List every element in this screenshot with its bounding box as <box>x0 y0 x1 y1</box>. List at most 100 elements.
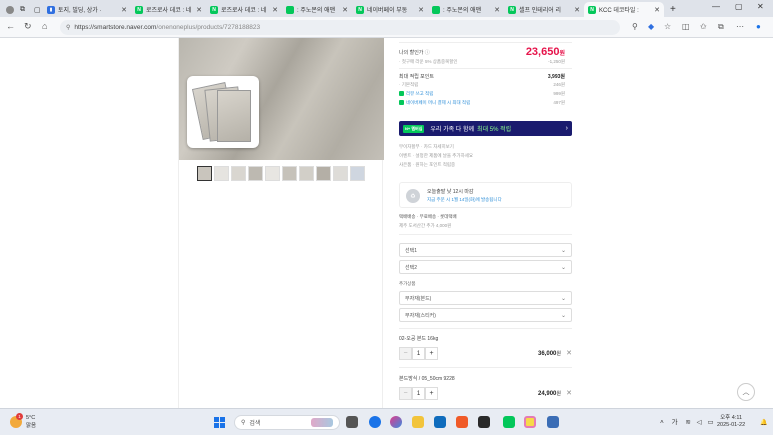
thumbnail[interactable] <box>333 166 348 181</box>
tab-close-icon[interactable]: ✕ <box>494 6 500 14</box>
product-tile-illustration <box>187 76 259 148</box>
wifi-icon[interactable]: ≋ <box>685 419 690 426</box>
naverpay-points-link[interactable]: 네이버페이 머니 결제 시 최대 적립 <box>406 100 470 105</box>
battery-icon[interactable]: ▭ <box>707 419 713 426</box>
tab-actions-icon[interactable]: ⧉ <box>16 2 30 17</box>
profile-avatar[interactable] <box>2 2 14 17</box>
home-icon[interactable]: ⌂ <box>42 21 47 31</box>
qty-value[interactable]: 1 <box>412 387 425 400</box>
remove-item-icon[interactable]: ✕ <box>566 349 572 357</box>
outlook-icon[interactable] <box>434 416 446 428</box>
tab-7-active[interactable]: N KCC 데코타일 : ✕ <box>584 2 664 17</box>
thumbnail[interactable] <box>248 166 263 181</box>
max-points-value: 3,993원 <box>547 74 565 80</box>
max-points-row: 최대 적립 포인트 3,993원 <box>399 73 573 80</box>
tab-close-icon[interactable]: ✕ <box>654 6 660 14</box>
collections-icon[interactable]: ⧉ <box>718 22 724 32</box>
addon-select-1[interactable]: 부자재(본드) ⌄ <box>399 291 572 305</box>
thumbnail[interactable] <box>316 166 331 181</box>
decrease-qty-button[interactable]: − <box>399 387 412 400</box>
chevron-up-icon[interactable]: ˄ <box>660 419 664 426</box>
copilot-taskbar-icon[interactable] <box>390 416 402 428</box>
refresh-icon[interactable]: ↻ <box>24 21 32 32</box>
thumbnail[interactable] <box>231 166 246 181</box>
tab-4[interactable]: N 네이버페이 부동 ✕ <box>352 2 428 17</box>
thumbnail[interactable] <box>350 166 365 181</box>
option-select-1[interactable]: 선택1 ⌄ <box>399 243 572 257</box>
clock[interactable]: 오후 4:11 2025-01-22 <box>717 415 745 429</box>
back-icon[interactable]: ← <box>6 21 15 31</box>
notification-icon[interactable]: 🔔 <box>760 419 767 426</box>
thumbnail[interactable] <box>197 166 212 181</box>
minimize-icon[interactable]: — <box>712 2 720 11</box>
my-price-value: 23,650원 <box>525 46 565 58</box>
divider <box>399 367 572 368</box>
basic-points-value: 246원 <box>553 82 565 87</box>
speaker-icon[interactable]: ◁ <box>697 419 702 426</box>
info-icon[interactable]: ⓘ <box>425 50 430 56</box>
tab-actions-icon-2[interactable]: ▢ <box>30 2 43 17</box>
ime-indicator[interactable]: 가 <box>672 419 678 426</box>
my-price-label: 나의 할인가 <box>399 50 424 56</box>
tab-close-icon[interactable]: ✕ <box>342 6 348 14</box>
chevron-down-icon: ⌄ <box>560 247 566 254</box>
tab-close-icon[interactable]: ✕ <box>272 6 278 14</box>
menu-more-icon[interactable]: ⋯ <box>736 22 744 31</box>
today-ship-title: 오늘출발 낮 12시 마감 <box>427 189 474 195</box>
tab-close-icon[interactable]: ✕ <box>574 6 580 14</box>
tab-0[interactable]: ▮ 토지, 빌딩, 상가 · ✕ <box>43 2 131 17</box>
tab-close-icon[interactable]: ✕ <box>121 6 127 14</box>
zoom-icon[interactable]: ⚲ <box>632 22 638 31</box>
tab-close-icon[interactable]: ✕ <box>418 6 424 14</box>
qty-value[interactable]: 1 <box>412 347 425 360</box>
decrease-qty-button[interactable]: − <box>399 347 412 360</box>
extension-icon[interactable]: ◆ <box>648 22 654 31</box>
edge-icon[interactable] <box>369 416 381 428</box>
split-screen-icon[interactable]: ◫ <box>682 22 690 31</box>
thumbnail[interactable] <box>299 166 314 181</box>
increase-qty-button[interactable]: + <box>425 387 438 400</box>
option-select-2[interactable]: 선택2 ⌄ <box>399 260 572 274</box>
tab-6[interactable]: N 셀프 인테리어 리 ✕ <box>504 2 584 17</box>
tab-3[interactable]: : 주노몬의 애맨 ✕ <box>282 2 352 17</box>
tab-2[interactable]: N 로즈로사 데코 : 네 ✕ <box>206 2 282 17</box>
system-tray[interactable]: ˄ 가 ≋ ◁ ▭ <box>660 416 714 426</box>
tab-close-icon[interactable]: ✕ <box>196 6 202 14</box>
app-icon-1[interactable] <box>456 416 468 428</box>
banner-highlight: 최대 5% 적립 <box>477 127 512 133</box>
addon-select-2[interactable]: 부자재(스티커) ⌄ <box>399 308 572 322</box>
review-points-link[interactable]: 리뷰 쓰고 적립 <box>406 91 433 96</box>
site-info-icon[interactable]: ⚲ <box>66 24 70 31</box>
naver-badge-icon <box>399 91 404 97</box>
taskbar-search[interactable]: ⚲ 검색 <box>234 415 340 430</box>
naver-icon[interactable] <box>503 416 515 428</box>
scroll-top-button[interactable]: ︿ <box>737 383 755 401</box>
increase-qty-button[interactable]: + <box>425 347 438 360</box>
card-detail-link[interactable]: 카드 자세히보기 <box>424 144 454 149</box>
app-icon-2[interactable] <box>478 416 490 428</box>
url-field[interactable]: ⚲ https://smartstore.naver.com/onenonepl… <box>60 20 620 35</box>
copilot-icon[interactable]: ● <box>756 22 761 31</box>
kakaotalk-icon[interactable] <box>524 416 536 428</box>
maximize-icon[interactable]: ▢ <box>735 2 743 11</box>
product-main-image[interactable] <box>179 38 384 160</box>
tab-5[interactable]: : 주노몬의 애맨 ✕ <box>428 2 504 17</box>
tab-label: KCC 데코타일 : <box>599 8 639 14</box>
remove-item-icon[interactable]: ✕ <box>566 389 572 397</box>
thumbnail[interactable] <box>282 166 297 181</box>
event-row: 이벤트 · 설정한 제품에 날을 추가하세요 <box>399 153 473 158</box>
file-explorer-icon[interactable] <box>412 416 424 428</box>
start-button[interactable] <box>214 417 225 428</box>
task-view-icon[interactable] <box>346 416 358 428</box>
membership-banner[interactable]: N+ 멤버십 우리 가족 다 함께 최대 5% 적립 › <box>399 121 572 136</box>
close-window-icon[interactable]: ✕ <box>757 2 764 11</box>
tab-favicon-icon: N <box>210 5 218 14</box>
tab-1[interactable]: N 로즈로사 데코 : 네 ✕ <box>131 2 206 17</box>
new-tab-button[interactable]: + <box>666 2 678 17</box>
tab-label: : 주노몬의 애맨 <box>297 8 336 14</box>
thumbnail[interactable] <box>265 166 280 181</box>
favorite-icon[interactable]: ☆ <box>664 22 671 31</box>
calculator-icon[interactable] <box>547 416 559 428</box>
thumbnail[interactable] <box>214 166 229 181</box>
favorites-bar-icon[interactable]: ✩ <box>700 22 707 31</box>
